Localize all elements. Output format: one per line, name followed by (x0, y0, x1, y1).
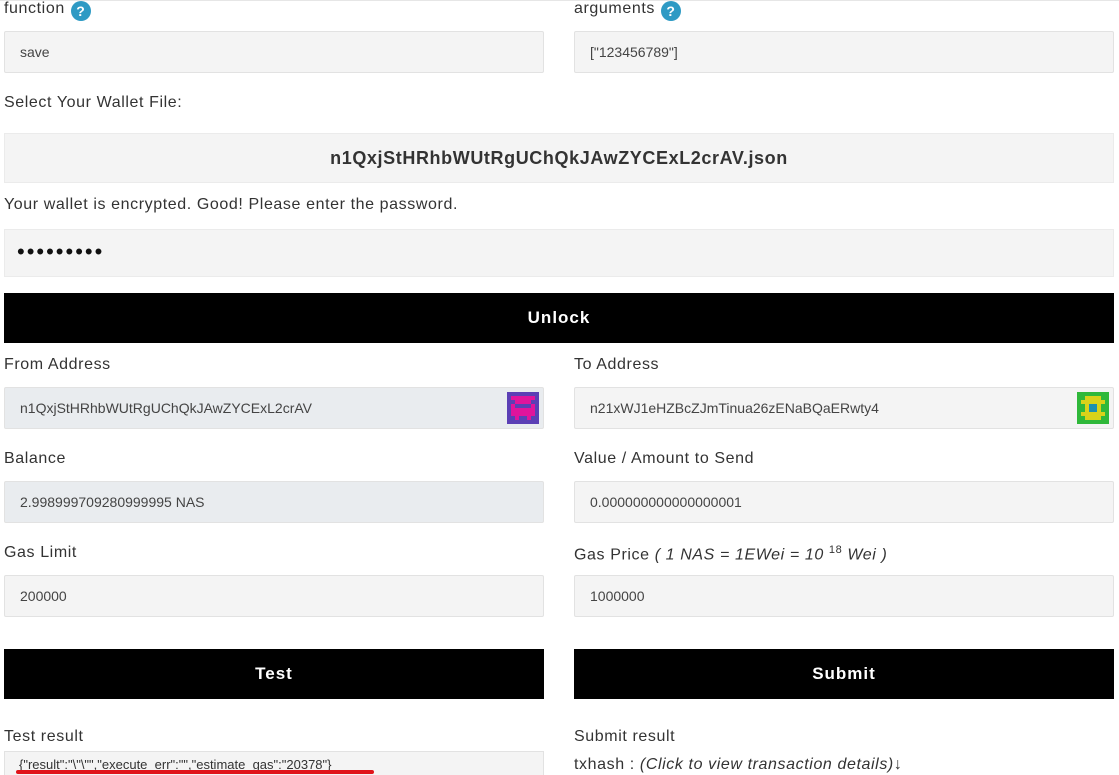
balance-value: 2.998999709280999995 NAS (20, 494, 205, 510)
gas-limit-label: Gas Limit (4, 544, 77, 561)
arguments-value: ["123456789"] (590, 44, 678, 60)
wallet-file-picker[interactable]: n1QxjStHRhbWUtRgUChQkJAwZYCExL2crAV.json (4, 133, 1114, 183)
gas-limit-input[interactable]: 200000 (4, 575, 544, 617)
password-input[interactable]: ••••••••• (4, 229, 1114, 277)
arguments-label: arguments (574, 0, 655, 17)
gas-limit-value: 200000 (20, 588, 67, 604)
password-mask: ••••••••• (17, 239, 105, 264)
to-address-label: To Address (574, 356, 660, 373)
gas-price-value: 1000000 (590, 588, 645, 604)
txhash-hint-link[interactable]: (Click to view transaction details)↓ (640, 756, 903, 773)
question-circle-icon[interactable]: ? (661, 1, 681, 21)
value-amount: 0.000000000000000001 (590, 494, 742, 510)
wallet-file-name: n1QxjStHRhbWUtRgUChQkJAwZYCExL2crAV.json (330, 148, 788, 168)
identicon-green-icon (1077, 392, 1109, 424)
top-divider (0, 0, 1119, 1)
function-input[interactable]: save (4, 31, 544, 73)
value-input[interactable]: 0.000000000000000001 (574, 481, 1114, 523)
identicon-magenta-icon (507, 392, 539, 424)
function-label-row: function? (4, 0, 91, 21)
arguments-input[interactable]: ["123456789"] (574, 31, 1114, 73)
gas-price-label: Gas Price (574, 546, 650, 564)
test-result-label: Test result (4, 728, 84, 745)
question-circle-icon[interactable]: ? (70, 1, 91, 21)
from-address-label: From Address (4, 356, 111, 373)
balance-label: Balance (4, 450, 67, 467)
submit-result-label: Submit result (574, 728, 676, 745)
contract-call-page: function? arguments? save ["123456789"] … (0, 0, 1119, 775)
test-button[interactable]: Test (4, 649, 544, 699)
from-address-value: n1QxjStHRhbWUtRgUChQkJAwZYCExL2crAV (20, 400, 313, 416)
gas-price-note-suffix: Wei ) (847, 546, 888, 564)
balance-field: 2.998999709280999995 NAS (4, 481, 544, 523)
to-address-input[interactable]: n21xWJ1eHZBcZJmTinua26zENaBQaERwty4 (574, 387, 1114, 429)
gas-price-note-prefix: ( 1 NAS = 1EWei = 10 (654, 546, 824, 564)
annotation-underline (16, 770, 374, 774)
txhash-label: txhash : (574, 756, 635, 773)
encrypted-message: Your wallet is encrypted. Good! Please e… (4, 196, 459, 213)
function-label: function (4, 0, 65, 17)
select-wallet-label: Select Your Wallet File: (4, 94, 183, 111)
txhash-row: txhash : (Click to view transaction deta… (574, 756, 902, 774)
gas-price-label-row: Gas Price ( 1 NAS = 1EWei = 10 18 Wei ) (574, 544, 887, 564)
to-address-value: n21xWJ1eHZBcZJmTinua26zENaBQaERwty4 (590, 400, 879, 416)
from-address-field: n1QxjStHRhbWUtRgUChQkJAwZYCExL2crAV (4, 387, 544, 429)
submit-button[interactable]: Submit (574, 649, 1114, 699)
arguments-label-row: arguments? (574, 0, 681, 21)
unlock-button[interactable]: Unlock (4, 293, 1114, 343)
gas-price-note-exp: 18 (828, 544, 843, 556)
gas-price-input[interactable]: 1000000 (574, 575, 1114, 617)
function-value: save (20, 44, 50, 60)
value-label: Value / Amount to Send (574, 450, 755, 467)
